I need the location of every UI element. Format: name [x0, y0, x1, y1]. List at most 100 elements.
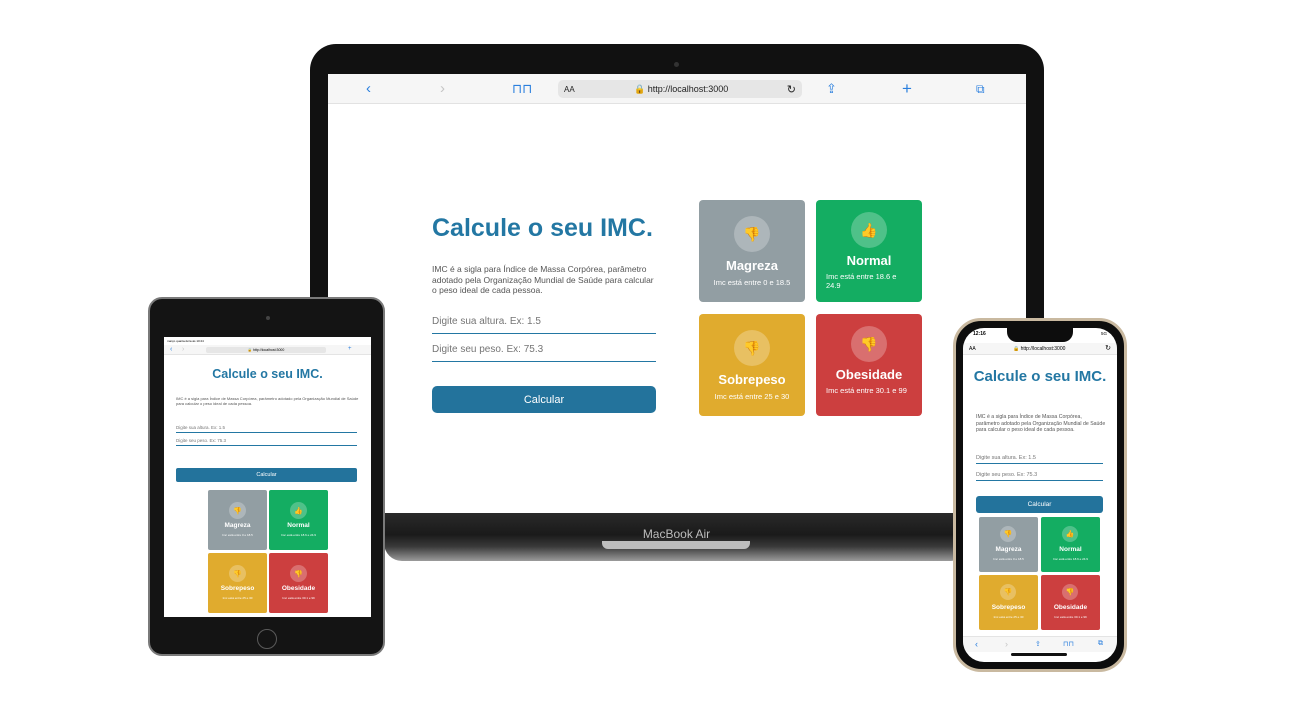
laptop-screen: ‹ › ⊓⊓ AA 🔒 http://localhost:3000 ↻ ⇪ + … — [328, 74, 1026, 514]
thumbs-down-icon: 👎 — [851, 326, 887, 362]
phone-device: 12:16 5G AA 🔒 http://localhost:3000 ↻ Ca… — [953, 318, 1127, 672]
bookmarks-icon[interactable]: ⊓⊓ — [512, 80, 532, 98]
height-input[interactable] — [176, 423, 357, 433]
calculate-button[interactable]: Calcular — [976, 496, 1103, 513]
card-range: Imc está entre 25 e 30 — [714, 392, 790, 401]
card-range: Imc está entre 30.1 e 99 — [1054, 615, 1087, 619]
card-name: Sobrepeso — [718, 372, 786, 387]
laptop-brand-label: MacBook Air — [642, 527, 711, 541]
thumbs-down-icon: 👎 — [1062, 584, 1078, 600]
weight-input[interactable] — [176, 436, 357, 446]
tablet-screen: março quarta-feira às 10:24 ‹ › 🔒 http:/… — [164, 337, 371, 617]
calculate-button[interactable]: Calcular — [432, 386, 656, 413]
reader-aa-button[interactable]: AA — [969, 346, 976, 352]
page-description: IMC é a sigla para Índice de Massa Corpó… — [176, 396, 359, 406]
tabs-overview-icon[interactable]: ⧉ — [976, 80, 985, 98]
phone-screen: 12:16 5G AA 🔒 http://localhost:3000 ↻ Ca… — [963, 328, 1117, 662]
reader-aa-button[interactable]: AA — [564, 85, 575, 94]
tablet-device: março quarta-feira às 10:24 ‹ › 🔒 http:/… — [148, 297, 385, 656]
url-text: 🔒 http://localhost:3000 — [634, 83, 729, 94]
thumbs-down-icon: 👎 — [1000, 526, 1016, 542]
card-range: Imc está entre 18.6 e 24.9 — [281, 533, 316, 537]
page-title: Calcule o seu IMC. — [973, 368, 1107, 385]
back-icon[interactable]: ‹ — [366, 80, 371, 98]
thumbs-up-icon: 👍 — [851, 212, 887, 248]
card-range: Imc está entre 30.1 e 99 — [282, 596, 315, 600]
back-icon[interactable]: ‹ — [170, 346, 172, 353]
new-tab-icon[interactable]: + — [348, 346, 352, 352]
bookmarks-icon[interactable]: ⊓⊓ — [1063, 640, 1074, 648]
address-bar[interactable]: AA 🔒 http://localhost:3000 ↻ — [558, 80, 802, 98]
laptop-base: MacBook Air — [384, 513, 969, 561]
thumbs-down-icon: 👎 — [229, 502, 246, 519]
tablet-home-button[interactable] — [257, 629, 277, 649]
thumbs-down-icon: 👎 — [734, 216, 770, 252]
page-title: Calcule o seu IMC. — [432, 214, 653, 242]
card-name: Sobrepeso — [991, 604, 1026, 611]
url-text: 🔒 http://localhost:3000 — [1013, 346, 1066, 352]
card-name: Magreza — [224, 522, 251, 529]
card-sobrepeso: 👎 Sobrepeso Imc está entre 25 e 30 — [208, 553, 267, 613]
tablet-camera — [266, 316, 270, 320]
card-obesidade: 👎 Obesidade Imc está entre 30.1 e 99 — [269, 553, 328, 613]
tablet-status-text: março quarta-feira às 10:24 — [167, 339, 204, 343]
forward-icon[interactable]: › — [440, 80, 445, 98]
card-range: Imc está entre 0 e 18.5 — [713, 278, 791, 287]
tablet-address-bar[interactable]: 🔒 http://localhost:3000 — [206, 347, 326, 353]
card-name: Obesidade — [281, 585, 316, 592]
card-range: Imc está entre 18.6 e 24.9 — [1053, 557, 1088, 561]
reload-icon[interactable]: ↻ — [787, 83, 796, 96]
card-range: Imc está entre 30.1 e 99 — [826, 386, 907, 395]
page-description: IMC é a sigla para Índice de Massa Corpó… — [976, 414, 1106, 434]
card-magreza: 👎 Magreza Imc está entre 0 e 18.5 — [979, 517, 1038, 572]
page-title: Calcule o seu IMC. — [212, 367, 323, 381]
card-normal: 👍 Normal Imc está entre 18.6 e 24.9 — [1041, 517, 1100, 572]
forward-icon[interactable]: › — [182, 346, 184, 353]
card-normal: 👍 Normal Imc está entre 18.6 e 24.9 — [269, 490, 328, 550]
card-obesidade: 👎 Obesidade Imc está entre 30.1 e 99 — [1041, 575, 1100, 630]
phone-notch — [1007, 328, 1073, 342]
card-range: Imc está entre 18.6 e 24.9 — [826, 272, 897, 290]
thumbs-down-icon: 👎 — [229, 565, 246, 582]
back-icon[interactable]: ‹ — [975, 639, 978, 649]
card-name: Normal — [846, 253, 892, 268]
card-name: Magreza — [725, 258, 779, 273]
height-input[interactable] — [432, 310, 656, 334]
reload-icon[interactable]: ↻ — [1105, 344, 1111, 352]
card-range: Imc está entre 25 e 30 — [222, 596, 253, 600]
phone-status-signal: 5G — [1100, 331, 1107, 336]
card-normal: 👍 Normal Imc está entre 18.6 e 24.9 — [816, 200, 922, 302]
height-input[interactable] — [976, 452, 1103, 464]
card-sobrepeso: 👎 Sobrepeso Imc está entre 25 e 30 — [979, 575, 1038, 630]
weight-input[interactable] — [976, 469, 1103, 481]
card-range: Imc está entre 0 e 18.5 — [222, 533, 253, 537]
phone-status-time: 12:16 — [973, 331, 986, 337]
thumbs-up-icon: 👍 — [1062, 526, 1078, 542]
card-name: Obesidade — [835, 367, 903, 382]
thumbs-down-icon: 👎 — [734, 330, 770, 366]
tabs-overview-icon[interactable]: ⧉ — [1098, 640, 1103, 648]
card-name: Normal — [287, 522, 310, 529]
calculate-button[interactable]: Calcular — [176, 468, 357, 482]
card-name: Magreza — [995, 546, 1022, 553]
card-magreza: 👎 Magreza Imc está entre 0 e 18.5 — [208, 490, 267, 550]
card-name: Normal — [1059, 546, 1082, 553]
laptop-opening-notch — [602, 541, 750, 549]
tablet-browser-toolbar: ‹ › 🔒 http://localhost:3000 + — [164, 345, 371, 355]
weight-input[interactable] — [432, 338, 656, 362]
share-icon[interactable]: ⇪ — [826, 80, 837, 98]
card-sobrepeso: 👎 Sobrepeso Imc está entre 25 e 30 — [699, 314, 805, 416]
phone-address-bar[interactable]: AA 🔒 http://localhost:3000 ↻ — [963, 343, 1117, 355]
phone-home-indicator — [1011, 653, 1067, 656]
new-tab-icon[interactable]: + — [902, 80, 912, 98]
share-icon[interactable]: ⇪ — [1035, 640, 1041, 648]
card-name: Sobrepeso — [220, 585, 255, 592]
card-range: Imc está entre 25 e 30 — [993, 615, 1024, 619]
thumbs-up-icon: 👍 — [290, 502, 307, 519]
card-name: Obesidade — [1053, 604, 1088, 611]
laptop-device: ‹ › ⊓⊓ AA 🔒 http://localhost:3000 ↻ ⇪ + … — [310, 44, 1044, 524]
forward-icon[interactable]: › — [1005, 639, 1008, 649]
card-range: Imc está entre 0 e 18.5 — [993, 557, 1024, 561]
page-description: IMC é a sigla para Índice de Massa Corpó… — [432, 264, 654, 295]
browser-toolbar: ‹ › ⊓⊓ AA 🔒 http://localhost:3000 ↻ ⇪ + … — [328, 74, 1026, 104]
